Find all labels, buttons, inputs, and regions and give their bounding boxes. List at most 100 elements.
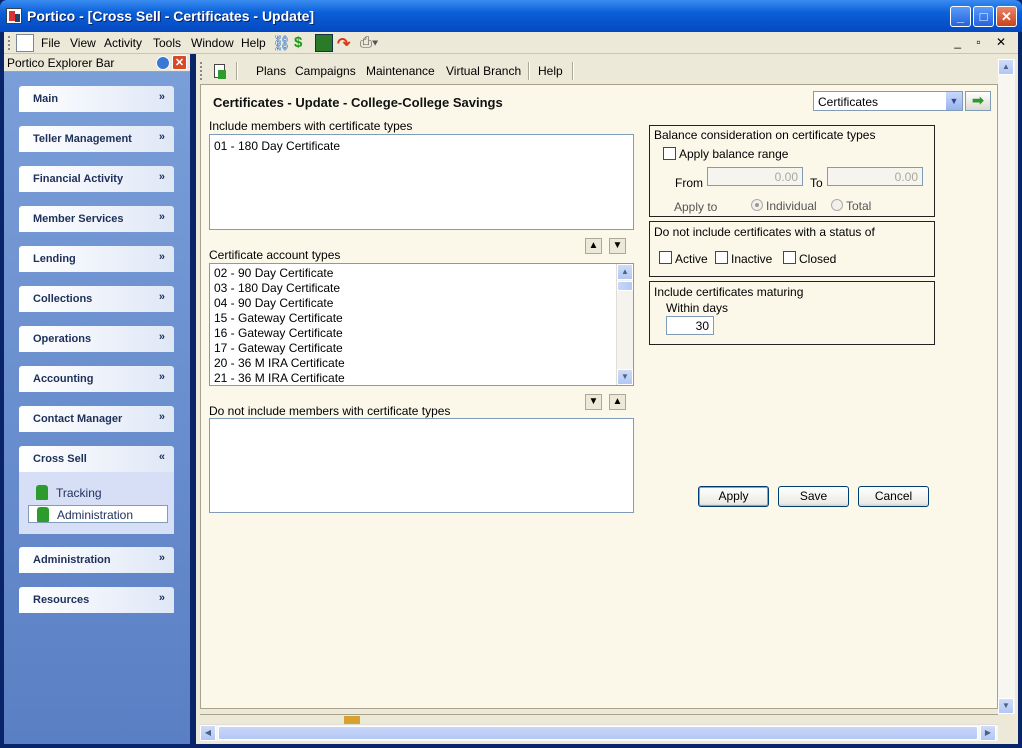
explorer-group-main[interactable]: Main» [19, 86, 174, 112]
chevron-down-icon[interactable]: ▼ [946, 92, 962, 110]
maximize-button[interactable]: □ [973, 6, 994, 27]
list-item[interactable]: 20 - 36 M IRA Certificate [214, 356, 345, 370]
toolbar-grip[interactable] [8, 36, 11, 50]
minimize-button[interactable]: _ [950, 6, 971, 27]
scroll-up-icon[interactable]: ▲ [617, 264, 633, 280]
list-item[interactable]: 01 - 180 Day Certificate [214, 139, 340, 153]
balance-legend: Balance consideration on certificate typ… [654, 128, 876, 142]
nav-virtual-branch[interactable]: Virtual Branch [446, 64, 521, 78]
scroll-thumb[interactable] [617, 281, 633, 291]
chevron-down-icon: » [158, 251, 165, 263]
redo-arrow-icon[interactable]: ↷ [337, 34, 355, 53]
explorer-group-operations[interactable]: Operations» [19, 326, 174, 352]
go-arrow-button[interactable]: ➡ [965, 91, 991, 111]
chevron-down-icon: » [158, 171, 165, 183]
status-legend: Do not include certificates with a statu… [654, 225, 875, 239]
chevron-down-icon: » [158, 592, 165, 604]
list-item[interactable]: 16 - Gateway Certificate [214, 326, 343, 340]
explorer-group-administration[interactable]: Administration» [19, 547, 174, 573]
chevron-down-icon: » [158, 291, 165, 303]
chevron-down-icon: » [158, 411, 165, 423]
mdi-window-controls[interactable]: _ ▫ ✕ [954, 35, 1012, 49]
cancel-button[interactable]: Cancel [858, 486, 929, 507]
menu-help[interactable]: Help [241, 36, 266, 50]
explorer-group-resources[interactable]: Resources» [19, 587, 174, 613]
account-types-list[interactable]: 02 - 90 Day Certificate 03 - 180 Day Cer… [209, 263, 634, 386]
nav-help[interactable]: Help [538, 64, 563, 78]
main-horizontal-scrollbar[interactable]: ◀ ▶ [200, 724, 998, 741]
document-icon[interactable] [212, 62, 228, 80]
scroll-right-icon[interactable]: ▶ [980, 725, 996, 741]
nav-maintenance[interactable]: Maintenance [366, 64, 435, 78]
closed-checkbox[interactable] [783, 251, 796, 264]
apply-balance-range-label: Apply balance range [679, 147, 789, 161]
status-group: Do not include certificates with a statu… [649, 221, 935, 277]
list-item[interactable]: 21 - 36 M IRA Certificate [214, 371, 345, 385]
task-tracking[interactable]: Tracking [28, 484, 168, 502]
apply-to-label: Apply to [674, 200, 718, 214]
pin-icon[interactable] [156, 56, 170, 70]
scroll-thumb[interactable] [218, 726, 978, 740]
from-amount-input[interactable]: 0.00 [707, 167, 803, 186]
scroll-down-icon[interactable]: ▼ [617, 369, 633, 385]
active-checkbox[interactable] [659, 251, 672, 264]
apply-balance-range-checkbox[interactable] [663, 147, 676, 160]
explorer-group-member-services[interactable]: Member Services» [19, 206, 174, 232]
inactive-checkbox[interactable] [715, 251, 728, 264]
from-label: From [675, 176, 703, 190]
account-types-label: Certificate account types [209, 248, 341, 262]
main-vertical-scrollbar[interactable]: ▲ ▼ [998, 59, 1015, 714]
dollar-icon[interactable]: $ [294, 34, 312, 52]
link-icon[interactable]: ⛓ [272, 34, 291, 52]
exclude-list[interactable] [209, 418, 634, 513]
move-down-button[interactable]: ▼ [609, 238, 626, 254]
toolbar-grip[interactable] [200, 62, 203, 80]
scroll-up-icon[interactable]: ▲ [998, 59, 1014, 75]
chevron-down-icon: » [158, 211, 165, 223]
list-item[interactable]: 02 - 90 Day Certificate [214, 266, 333, 280]
explorer-group-cross-sell[interactable]: Cross Sell « [19, 446, 174, 472]
close-button[interactable]: ✕ [996, 6, 1017, 27]
list-item[interactable]: 15 - Gateway Certificate [214, 311, 343, 325]
section-select[interactable]: Certificates ▼ [813, 91, 963, 111]
menu-window[interactable]: Window [191, 36, 234, 50]
apply-button[interactable]: Apply [698, 486, 769, 507]
explorer-group-teller-management[interactable]: Teller Management» [19, 126, 174, 152]
printer-icon[interactable]: ⎙▾ [360, 34, 378, 52]
menu-file[interactable]: File [41, 36, 60, 50]
title-bar: Portico - [Cross Sell - Certificates - U… [0, 0, 1022, 32]
total-radio[interactable] [831, 199, 843, 211]
include-label: Include members with certificate types [209, 119, 413, 133]
nav-campaigns[interactable]: Campaigns [295, 64, 356, 78]
menu-view[interactable]: View [70, 36, 96, 50]
move-up-button[interactable]: ▲ [585, 238, 602, 254]
explorer-group-accounting[interactable]: Accounting» [19, 366, 174, 392]
include-list[interactable]: 01 - 180 Day Certificate [209, 134, 634, 230]
within-days-input[interactable]: 30 [666, 316, 714, 335]
to-amount-input[interactable]: 0.00 [827, 167, 923, 186]
explorer-group-lending[interactable]: Lending» [19, 246, 174, 272]
maturing-group: Include certificates maturing Within day… [649, 281, 935, 345]
scroll-left-icon[interactable]: ◀ [200, 725, 216, 741]
individual-radio[interactable] [751, 199, 763, 211]
menu-activity[interactable]: Activity [104, 36, 142, 50]
list-item[interactable]: 04 - 90 Day Certificate [214, 296, 333, 310]
list-scrollbar[interactable]: ▲ ▼ [616, 264, 633, 385]
explorer-title: Portico Explorer Bar [7, 56, 115, 70]
move-up-button[interactable]: ▲ [609, 394, 626, 410]
nav-plans[interactable]: Plans [256, 64, 286, 78]
scroll-down-icon[interactable]: ▼ [998, 698, 1014, 714]
app-menu-icon[interactable] [16, 34, 34, 52]
save-button[interactable]: Save [778, 486, 849, 507]
explorer-group-contact-manager[interactable]: Contact Manager» [19, 406, 174, 432]
calculator-icon[interactable] [315, 34, 333, 52]
explorer-group-collections[interactable]: Collections» [19, 286, 174, 312]
list-item[interactable]: 03 - 180 Day Certificate [214, 281, 340, 295]
move-down-button[interactable]: ▼ [585, 394, 602, 410]
explorer-group-financial-activity[interactable]: Financial Activity» [19, 166, 174, 192]
menu-tools[interactable]: Tools [153, 36, 181, 50]
explorer-close-button[interactable]: ✕ [172, 55, 187, 70]
list-item[interactable]: 17 - Gateway Certificate [214, 341, 343, 355]
task-icon [37, 507, 49, 522]
task-administration[interactable]: Administration [28, 505, 168, 523]
